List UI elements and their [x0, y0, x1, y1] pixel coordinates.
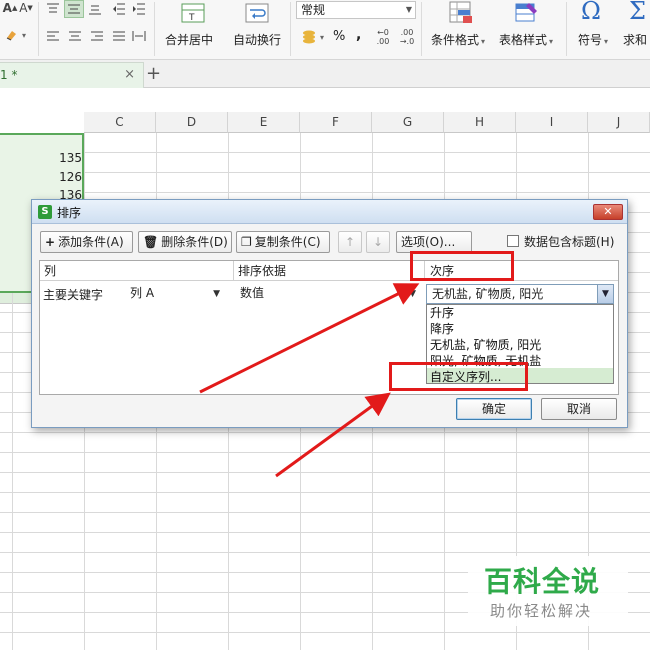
- annotation-arrows: [199, 283, 420, 478]
- annotation-arrow: [199, 283, 420, 394]
- annotation-arrow: [275, 392, 391, 478]
- watermark-slogan: 助你轻松解决: [490, 602, 593, 620]
- watermark-brand: 百科全说: [484, 565, 601, 598]
- watermark: 百科全说 助你轻松解决: [468, 556, 628, 626]
